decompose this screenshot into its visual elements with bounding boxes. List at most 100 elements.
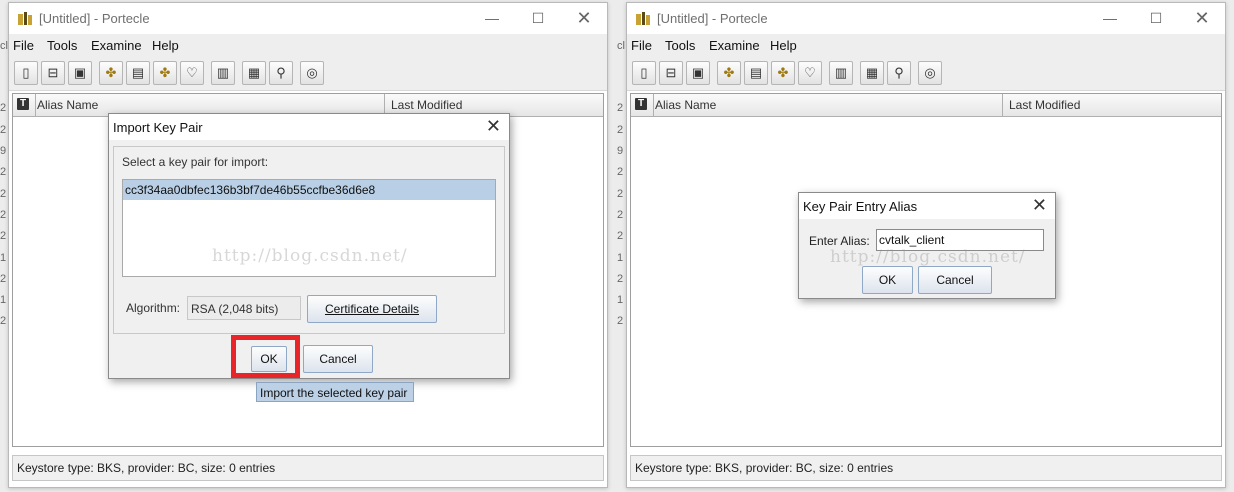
cancel-button[interactable]: Cancel [918,266,992,294]
dialog-title: Key Pair Entry Alias [803,199,918,214]
col-alias-name[interactable]: Alias Name [655,98,716,112]
edge-text: 2 [617,166,624,178]
close-icon[interactable]: ✕ [1179,3,1225,33]
maximize-icon[interactable]: ☐ [1133,3,1179,33]
edge-text: 2 [617,124,624,136]
import-key-pair-icon[interactable]: ✤ [771,61,795,85]
close-icon[interactable]: ✕ [486,116,501,137]
dialog-title-bar[interactable]: Key Pair Entry Alias ✕ [799,193,1055,219]
edge-text: 2 [617,315,624,327]
examine-csr-icon[interactable]: ▦ [242,61,266,85]
alias-label: Enter Alias: [809,234,870,248]
portecle-app-icon [18,12,32,25]
col-alias-name[interactable]: Alias Name [37,98,98,112]
menu-bar: File Tools Examine Help [627,34,1225,56]
edge-text: 2 [617,273,624,285]
menu-help[interactable]: Help [152,38,179,53]
import-key-pair-icon[interactable]: ✤ [153,61,177,85]
menu-tools[interactable]: Tools [665,38,695,53]
open-keystore-icon[interactable]: ⊟ [659,61,683,85]
watermark-right: http://blog.csdn.net/ [830,247,1026,267]
cancel-button[interactable]: Cancel [303,345,373,373]
edge-text: 9 [0,145,7,157]
edge-text: 1 [617,252,624,264]
examine-certificate-icon[interactable]: ▥ [211,61,235,85]
edge-text: cl [0,40,8,52]
menu-tools[interactable]: Tools [47,38,77,53]
dialog-title-bar[interactable]: Import Key Pair ✕ [109,114,509,140]
col-type[interactable]: T [13,94,36,116]
edge-text: 2 [0,102,7,114]
menu-file[interactable]: File [631,38,652,53]
select-prompt: Select a key pair for import: [122,155,269,169]
menu-bar: File Tools Examine Help [9,34,607,56]
import-certificate-icon[interactable]: ▤ [744,61,768,85]
import-certificate-icon[interactable]: ▤ [126,61,150,85]
maximize-icon[interactable]: ☐ [515,3,561,33]
set-keystore-password-icon[interactable]: ♡ [798,61,822,85]
edge-text: 2 [0,315,7,327]
status-bar: Keystore type: BKS, provider: BC, size: … [630,455,1222,481]
ok-highlight-box [231,335,300,378]
tooltip-text: Import the selected key pair [260,386,408,400]
edge-text: 9 [617,145,624,157]
generate-key-pair-icon[interactable]: ✤ [717,61,741,85]
examine-csr-icon[interactable]: ▦ [860,61,884,85]
ok-button[interactable]: OK [862,266,913,294]
close-icon[interactable]: ✕ [561,3,607,33]
menu-examine[interactable]: Examine [91,38,142,53]
algorithm-value: RSA (2,048 bits) [191,302,279,316]
window-title: [Untitled] - Portecle [39,11,150,26]
status-text: Keystore type: BKS, provider: BC, size: … [635,461,894,475]
examine-crl-icon[interactable]: ⚲ [269,61,293,85]
set-keystore-password-icon[interactable]: ♡ [180,61,204,85]
algorithm-label: Algorithm: [126,301,181,315]
edge-text: 2 [0,124,7,136]
title-bar[interactable]: [Untitled] - Portecle — ☐ ✕ [9,3,607,33]
edge-text: 2 [0,230,7,242]
column-divider[interactable] [1002,94,1003,116]
portecle-app-icon [636,12,650,25]
minimize-icon[interactable]: — [1087,3,1133,33]
key-pair-entry-alias-dialog: Key Pair Entry Alias ✕ Enter Alias: cvta… [798,192,1056,299]
key-pair-group: Select a key pair for import: cc3f34aa0d… [113,146,505,334]
close-icon[interactable]: ✕ [1032,195,1047,216]
menu-help[interactable]: Help [770,38,797,53]
new-keystore-icon[interactable]: ▯ [632,61,656,85]
minimize-icon[interactable]: — [469,3,515,33]
col-last-modified[interactable]: Last Modified [1009,98,1080,112]
window-title: [Untitled] - Portecle [657,11,768,26]
edge-text: 2 [0,188,7,200]
col-type[interactable]: T [631,94,654,116]
edge-text: cl [617,40,625,52]
menu-examine[interactable]: Examine [709,38,760,53]
watermark-left: http://blog.csdn.net/ [212,246,408,266]
edge-text: 2 [0,273,7,285]
toolbar: ▯ ⊟ ▣ ✤ ▤ ✤ ♡ ▥ ▦ ⚲ ◎ [9,56,607,91]
status-bar: Keystore type: BKS, provider: BC, size: … [12,455,604,481]
table-header: T Alias Name Last Modified [631,94,1221,117]
background-edge-left: cl 2 2 9 2 2 2 2 1 2 1 2 [0,40,8,330]
examine-certificate-icon[interactable]: ▥ [829,61,853,85]
certificate-details-button[interactable]: Certificate Details [307,295,437,323]
edge-text: 2 [0,166,7,178]
examine-crl-icon[interactable]: ⚲ [887,61,911,85]
background-edge-right: cl 2 2 9 2 2 2 2 1 2 1 2 [617,40,625,330]
dialog-title: Import Key Pair [113,120,203,135]
col-last-modified[interactable]: Last Modified [391,98,462,112]
tooltip: Import the selected key pair [256,382,414,402]
new-keystore-icon[interactable]: ▯ [14,61,38,85]
menu-file[interactable]: File [13,38,34,53]
save-keystore-icon[interactable]: ▣ [686,61,710,85]
help-icon[interactable]: ◎ [300,61,324,85]
edge-text: 2 [617,209,624,221]
save-keystore-icon[interactable]: ▣ [68,61,92,85]
edge-text: 2 [617,188,624,200]
open-keystore-icon[interactable]: ⊟ [41,61,65,85]
list-item[interactable]: cc3f34aa0dbfec136b3bf7de46b55ccfbe36d6e8 [123,180,495,200]
title-bar[interactable]: [Untitled] - Portecle — ☐ ✕ [627,3,1225,33]
edge-text: 2 [617,102,624,114]
generate-key-pair-icon[interactable]: ✤ [99,61,123,85]
help-icon[interactable]: ◎ [918,61,942,85]
edge-text: 2 [617,230,624,242]
